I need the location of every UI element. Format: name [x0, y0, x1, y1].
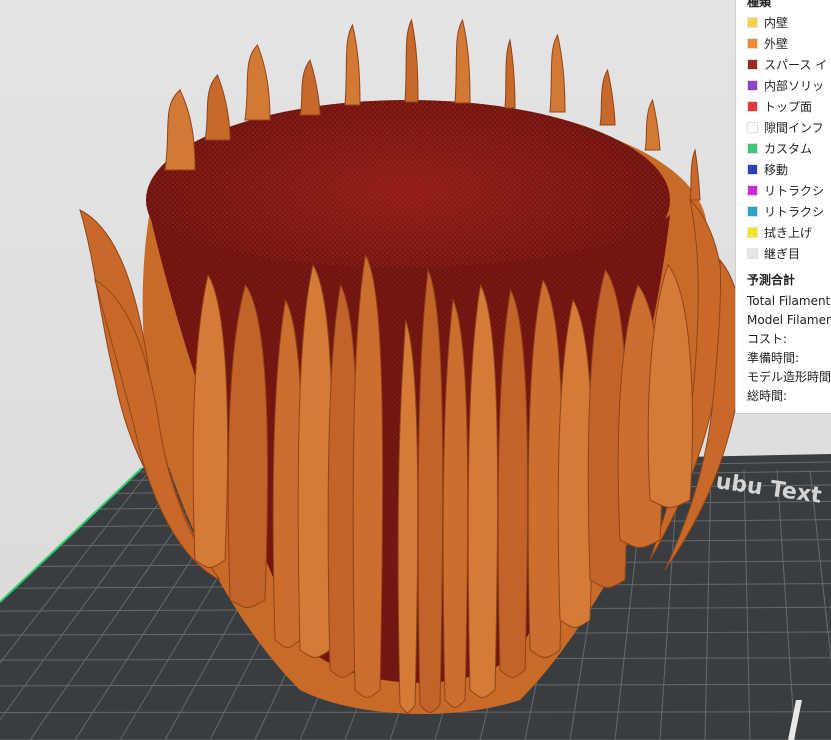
legend-item[interactable]: スパース イ [736, 54, 831, 75]
color-swatch-icon [748, 39, 757, 48]
estimate-row: 総時間: [747, 389, 788, 403]
color-swatch-icon [748, 18, 757, 27]
color-swatch-icon [748, 123, 757, 132]
legend-item-label: リトラクシ [764, 184, 825, 198]
estimate-row: Total Filament: [747, 294, 831, 308]
legend-item[interactable]: カスタム [736, 138, 831, 159]
estimate-row: モデル造形時間 [747, 370, 831, 384]
legend-item[interactable]: 内壁 [736, 12, 831, 33]
estimate-row: 準備時間: [747, 351, 800, 365]
legend-item[interactable]: 移動 [736, 159, 831, 180]
color-swatch-icon [748, 144, 757, 153]
legend-item[interactable]: 継ぎ目 [736, 243, 831, 264]
color-swatch-icon [748, 102, 757, 111]
legend-item-label: スパース イ [764, 58, 828, 72]
color-swatch-icon [748, 228, 757, 237]
legend-panel: 種類 内壁 外壁 スパース イ内部ソリッ トップ面 隙間インフ カスタム 移動 リトラクシ リト… [735, 0, 831, 414]
legend-item-label: 外壁 [764, 37, 789, 51]
legend-item-label: 内部ソリッ [764, 79, 825, 93]
estimates-heading: 予測合計 [747, 273, 796, 287]
legend-item[interactable]: 内部ソリッ [736, 75, 831, 96]
color-swatch-icon [748, 60, 757, 69]
estimate-row: コスト: [747, 332, 788, 346]
color-swatch-icon [748, 165, 757, 174]
color-swatch-icon [748, 186, 757, 195]
legend-heading: 種類 [747, 0, 772, 9]
legend-item[interactable]: リトラクシ [736, 180, 831, 201]
legend-item-label: リトラクシ [764, 205, 825, 219]
legend-item[interactable]: 拭き上げ [736, 222, 831, 243]
feature-type-legend: 内壁 外壁 スパース イ内部ソリッ トップ面 隙間インフ カスタム 移動 リトラクシ リトラクシ… [736, 12, 831, 264]
estimates-list: Total Filament: Model Filamen コスト: 準備時間: モデル… [736, 292, 831, 406]
legend-item-label: 拭き上げ [764, 226, 813, 240]
color-swatch-icon [748, 207, 757, 216]
estimate-row: Model Filamen [747, 313, 831, 327]
legend-item[interactable]: 隙間インフ [736, 117, 831, 138]
legend-item-label: 隙間インフ [764, 121, 824, 135]
preview-canvas[interactable]: ubu Text [0, 0, 831, 740]
legend-item[interactable]: リトラクシ [736, 201, 831, 222]
legend-item-label: 内壁 [764, 16, 789, 30]
legend-item-label: トップ面 [764, 100, 813, 114]
legend-item-label: カスタム [764, 142, 813, 156]
color-swatch-icon [748, 81, 757, 90]
legend-item[interactable]: 外壁 [736, 33, 831, 54]
3d-preview-viewport[interactable]: ubu Text [0, 0, 831, 740]
legend-item-label: 継ぎ目 [764, 247, 801, 261]
legend-item[interactable]: トップ面 [736, 96, 831, 117]
legend-item-label: 移動 [764, 163, 789, 177]
color-swatch-icon [748, 249, 757, 258]
